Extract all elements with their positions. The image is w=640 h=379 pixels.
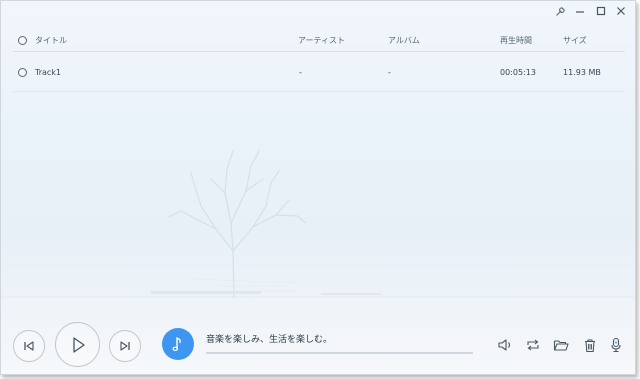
settings-button[interactable] [550, 4, 570, 18]
minimize-button[interactable] [570, 4, 590, 18]
track-select-radio[interactable] [18, 68, 27, 77]
progress-bar[interactable] [206, 352, 473, 354]
track-row[interactable]: Track1 - - 00:05:13 11.93 MB [13, 61, 625, 92]
maximize-icon [596, 6, 606, 16]
track-size: 11.93 MB [563, 68, 601, 77]
track-title: Track1 [35, 68, 62, 77]
app-window: タイトル アーティスト アルバム 再生時間 サイズ Track1 - - 00:… [0, 0, 636, 375]
volume-icon [498, 339, 511, 351]
repeat-icon [527, 339, 539, 351]
microphone-button[interactable] [607, 336, 625, 354]
trash-icon [585, 338, 595, 352]
music-note-icon [172, 337, 181, 351]
folder-icon [553, 340, 569, 351]
repeat-button[interactable] [524, 336, 542, 354]
column-title[interactable]: タイトル [35, 35, 67, 46]
previous-icon [24, 341, 34, 351]
column-size[interactable]: サイズ [563, 35, 587, 46]
open-folder-button[interactable] [552, 336, 570, 354]
list-header: タイトル アーティスト アルバム 再生時間 サイズ [13, 31, 625, 52]
next-icon [120, 341, 130, 351]
volume-button[interactable] [496, 336, 514, 354]
select-all-radio[interactable] [18, 36, 27, 45]
maximize-button[interactable] [591, 4, 611, 18]
microphone-icon [611, 337, 621, 353]
now-playing-artwork [162, 328, 194, 360]
play-button[interactable] [55, 322, 100, 367]
now-playing-title: 音楽を楽しみ、生活を楽しむ。 [206, 335, 333, 345]
player-bar: 音楽を楽しみ、生活を楽しむ。 [1, 319, 635, 374]
minimize-icon [576, 11, 584, 13]
column-duration[interactable]: 再生時間 [500, 35, 532, 46]
close-icon [617, 7, 625, 15]
track-album: - [388, 68, 391, 77]
next-button[interactable] [109, 330, 141, 362]
previous-button[interactable] [13, 330, 45, 362]
column-artist[interactable]: アーティスト [298, 35, 345, 46]
play-icon [72, 336, 85, 353]
column-album[interactable]: アルバム [388, 35, 420, 46]
wrench-icon [555, 6, 565, 16]
close-button[interactable] [611, 4, 631, 18]
track-artist: - [299, 68, 302, 77]
delete-button[interactable] [581, 336, 599, 354]
track-duration: 00:05:13 [500, 68, 536, 77]
